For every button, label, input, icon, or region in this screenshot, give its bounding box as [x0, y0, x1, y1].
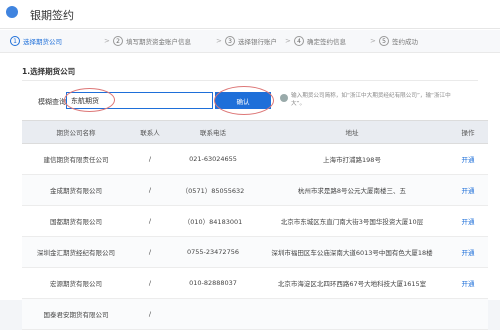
step-5-label: 签约成功 — [392, 38, 418, 46]
open-link[interactable]: 开通 — [448, 206, 488, 236]
table-header: 期货公司名称 联系人 联系电话 地址 操作 — [22, 120, 488, 144]
header-company: 期货公司名称 — [56, 129, 96, 137]
open-link[interactable]: 开通 — [448, 268, 488, 298]
step-4-label: 确定签约信息 — [307, 38, 346, 46]
open-link[interactable] — [448, 299, 488, 329]
table-row: 国泰君安期货有限公司 / — [22, 299, 488, 330]
company-name: 建信期货有限责任公司 — [43, 156, 109, 164]
table-row: 金成期货有限公司 / （0571）85055632 杭州市求是路8号公元大厦南楼… — [22, 175, 488, 206]
search-tip: 输入期货公司简称，如“浙江中大期货经纪有限公司”，输“浙江中大”。 — [291, 93, 451, 108]
step-2-label: 填写期货资金账户信息 — [126, 38, 191, 46]
step-4-number: 4 — [294, 36, 304, 46]
step-separator-icon: > — [285, 37, 291, 45]
company-name: 深圳金汇期货经纪有限公司 — [37, 249, 115, 257]
phone: （0571）85055632 — [181, 187, 245, 195]
contact: / — [148, 310, 152, 318]
company-name: 宏源期货有限公司 — [50, 280, 102, 288]
phone: 021-63024655 — [189, 155, 237, 163]
phone — [170, 299, 256, 329]
open-link[interactable]: 开通 — [448, 175, 488, 205]
table-row: 深圳金汇期货经纪有限公司 / 0755-23472756 深圳市福田区车公庙深南… — [22, 237, 488, 268]
address — [256, 299, 448, 329]
header-address: 地址 — [345, 129, 359, 137]
phone: （010）84183001 — [183, 218, 243, 226]
company-name: 国都期货有限公司 — [50, 218, 102, 226]
contact: / — [148, 217, 152, 225]
company-name: 金成期货有限公司 — [50, 187, 102, 195]
phone: 0755-23472756 — [187, 248, 239, 256]
title-icon — [6, 6, 18, 18]
table-row: 国都期货有限公司 / （010）84183001 北京市东城区东直门南大街3号国… — [22, 206, 488, 237]
step-1-number: 1 — [10, 36, 20, 46]
contact: / — [148, 279, 152, 287]
step-4: 4 确定签约信息 — [294, 34, 346, 48]
address: 杭州市求是路8号公元大厦南楼三、五 — [297, 187, 407, 195]
confirm-button[interactable]: 确认 — [215, 92, 271, 109]
page: 银期签约 1 选择期货公司 > 2 填写期货资金账户信息 > 3 选择银行账户 … — [0, 0, 500, 330]
step-5-number: 5 — [379, 36, 389, 46]
step-bar: 1 选择期货公司 > 2 填写期货资金账户信息 > 3 选择银行账户 > 4 确… — [0, 30, 500, 53]
phone: 010-82888037 — [189, 279, 237, 287]
search-input[interactable] — [66, 92, 213, 109]
step-1: 1 选择期货公司 — [10, 34, 62, 48]
header-phone: 联系电话 — [200, 129, 226, 137]
title-bar: 银期签约 — [0, 0, 500, 29]
table-row: 建信期货有限责任公司 / 021-63024655 上海市打浦路198号 开通 — [22, 144, 488, 175]
step-2: 2 填写期货资金账户信息 — [113, 34, 191, 48]
step-1-label: 选择期货公司 — [23, 38, 62, 46]
address: 深圳市福田区车公庙深南大道6013号中国有色大厦18楼 — [271, 249, 433, 257]
contact: / — [148, 186, 152, 194]
step-5: 5 签约成功 — [379, 34, 418, 48]
step-separator-icon: > — [216, 37, 222, 45]
section-divider — [22, 80, 478, 81]
step-3: 3 选择银行账户 — [225, 34, 277, 48]
open-link[interactable]: 开通 — [448, 144, 488, 174]
contact: / — [148, 248, 152, 256]
step-separator-icon: > — [370, 37, 376, 45]
contact: / — [148, 155, 152, 163]
page-title: 银期签约 — [30, 9, 74, 22]
step-2-number: 2 — [113, 36, 123, 46]
address: 北京市东城区东直门南大街3号国华投资大厦10层 — [280, 218, 424, 226]
search-field-wrapper — [64, 88, 213, 112]
header-action: 操作 — [461, 129, 475, 137]
address: 上海市打浦路198号 — [323, 156, 381, 164]
step-3-label: 选择银行账户 — [238, 38, 277, 46]
section-title: 1.选择期货公司 — [22, 67, 76, 76]
header-contact: 联系人 — [140, 129, 160, 137]
open-link[interactable]: 开通 — [448, 237, 488, 267]
step-3-number: 3 — [225, 36, 235, 46]
futures-company-table: 期货公司名称 联系人 联系电话 地址 操作 建信期货有限责任公司 / 021-6… — [22, 120, 488, 330]
table-row: 宏源期货有限公司 / 010-82888037 北京市海淀区北四环西路67号大地… — [22, 268, 488, 299]
step-separator-icon: > — [104, 37, 110, 45]
address: 北京市海淀区北四环西路67号大地科技大厦1615室 — [277, 280, 427, 288]
info-icon — [280, 94, 288, 102]
company-name: 国泰君安期货有限公司 — [43, 311, 109, 319]
